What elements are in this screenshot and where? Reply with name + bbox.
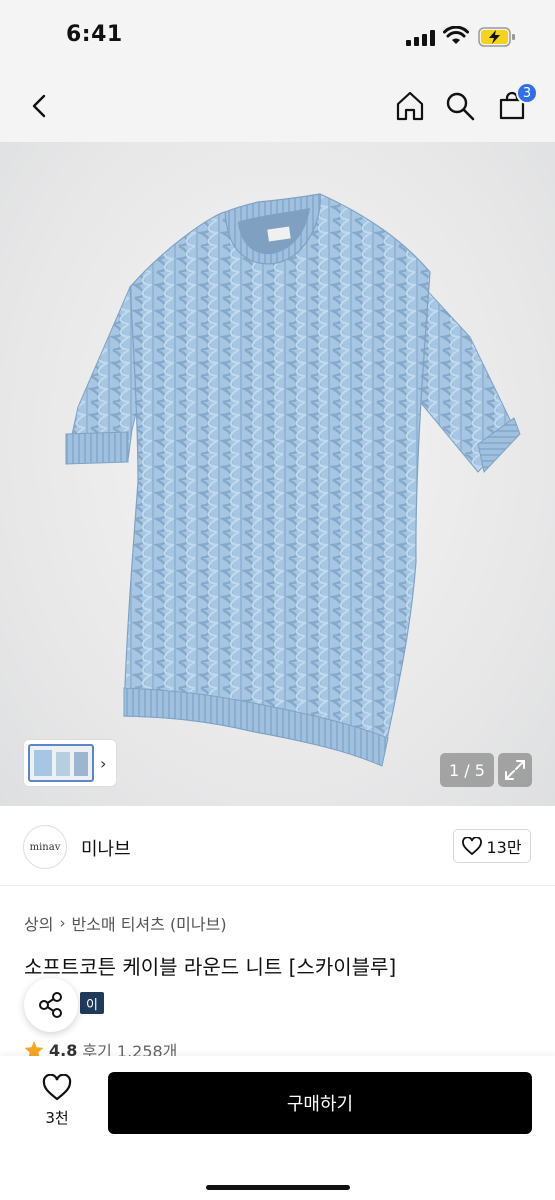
- wishlist-count: 3천: [45, 1109, 69, 1127]
- image-page-indicator: 1 / 5: [440, 753, 494, 787]
- cart-button[interactable]: 3: [492, 82, 538, 126]
- search-icon: [446, 92, 475, 121]
- breadcrumb: 상의 › 반소매 티셔츠 (미나브): [24, 911, 227, 935]
- product-image-gallery[interactable]: › 1 / 5: [0, 142, 555, 806]
- tag-row: 이: [80, 992, 104, 1014]
- thumbnail-image[interactable]: [28, 744, 94, 782]
- expand-button[interactable]: [498, 753, 532, 787]
- thumbnail-strip[interactable]: ›: [23, 739, 117, 787]
- back-icon: [32, 94, 46, 118]
- wishlist-button[interactable]: 3천: [30, 1074, 84, 1138]
- product-title: 소프트코튼 케이블 라운드 니트 [스카이블루]: [24, 955, 397, 979]
- buy-button[interactable]: 구매하기: [108, 1072, 532, 1134]
- share-icon: [39, 992, 62, 1018]
- battery-charging-icon: [478, 27, 515, 47]
- cart-count-badge: 3: [516, 82, 538, 104]
- back-button[interactable]: [20, 86, 60, 126]
- heart-icon: [42, 1074, 72, 1101]
- wifi-icon: [443, 26, 469, 44]
- brand-name[interactable]: 미나브: [81, 835, 131, 861]
- share-button[interactable]: [24, 978, 78, 1032]
- signal-icon: [406, 30, 436, 46]
- expand-icon: [505, 760, 525, 780]
- breadcrumb-subcategory[interactable]: 반소매 티셔츠 (미나브): [71, 911, 226, 935]
- status-time: 6:41: [66, 22, 123, 47]
- brand-row: minav 미나브 13만: [0, 806, 555, 886]
- product-image: [65, 193, 521, 767]
- bottom-action-bar: 3천 구매하기: [0, 1056, 555, 1200]
- chevron-right-icon: ›: [59, 914, 66, 932]
- brand-like-count: 13만: [486, 838, 522, 857]
- home-indicator: [206, 1185, 350, 1190]
- home-button[interactable]: [390, 86, 430, 126]
- heart-icon: [462, 837, 483, 855]
- chevron-right-icon: ›: [100, 753, 107, 773]
- home-icon: [396, 91, 424, 121]
- search-button[interactable]: [440, 86, 480, 126]
- brand-logo[interactable]: minav: [23, 825, 67, 869]
- breadcrumb-category[interactable]: 상의: [24, 911, 53, 935]
- product-tag: 이: [80, 992, 104, 1014]
- brand-like-button[interactable]: 13만: [453, 829, 531, 863]
- nav-bar: 3: [0, 72, 555, 142]
- status-bar: 6:41: [0, 0, 555, 72]
- thumbnail-graphic: [34, 750, 88, 776]
